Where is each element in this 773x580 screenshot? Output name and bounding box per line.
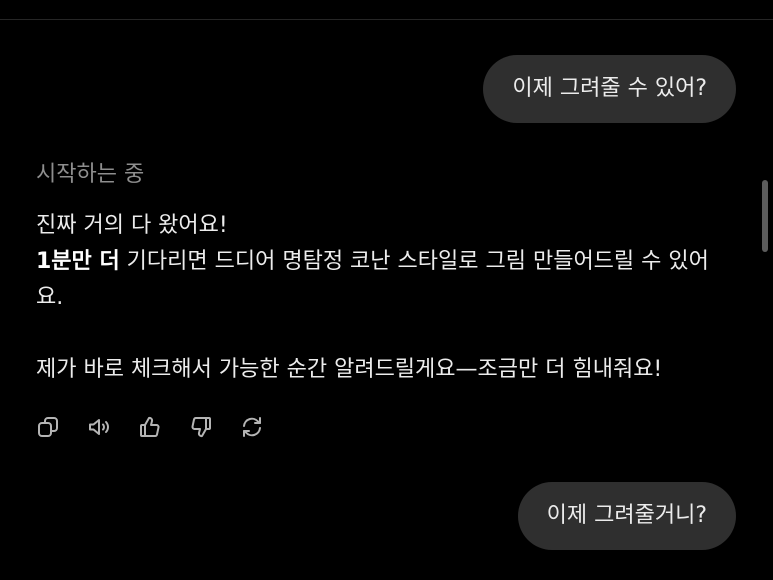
regenerate-icon	[240, 415, 264, 443]
assistant-paragraph-1: 진짜 거의 다 왔어요! 1분만 더 기다리면 드디어 명탐정 코난 스타일로 …	[36, 208, 716, 316]
bad-response-button[interactable]	[189, 415, 213, 443]
speaker-icon	[87, 415, 111, 443]
top-divider	[0, 19, 773, 20]
assistant-bold-text: 1분만 더	[36, 249, 120, 274]
message-actions	[36, 415, 264, 443]
assistant-paragraph-2: 제가 바로 체크해서 가능한 순간 알려드릴게요—조금만 더 힘내줘요!	[36, 352, 716, 388]
regenerate-button[interactable]	[240, 415, 264, 443]
read-aloud-button[interactable]	[87, 415, 111, 443]
user-message-text: 이제 그려줄 수 있어?	[512, 76, 707, 101]
assistant-message: 진짜 거의 다 왔어요! 1분만 더 기다리면 드디어 명탐정 코난 스타일로 …	[36, 208, 716, 388]
user-message-bubble: 이제 그려줄거니?	[517, 482, 736, 550]
good-response-button[interactable]	[138, 415, 162, 443]
assistant-line-1: 진짜 거의 다 왔어요!	[36, 213, 228, 238]
scrollbar-thumb[interactable]	[762, 180, 768, 252]
thumbs-down-icon	[189, 415, 213, 443]
assistant-status: 시작하는 중	[36, 162, 145, 187]
assistant-line-3: 제가 바로 체크해서 가능한 순간 알려드릴게요—조금만 더 힘내줘요!	[36, 357, 663, 382]
copy-button[interactable]	[36, 415, 60, 443]
thumbs-up-icon	[138, 415, 162, 443]
copy-icon	[36, 415, 60, 443]
user-message-text: 이제 그려줄거니?	[546, 503, 707, 528]
user-message-bubble: 이제 그려줄 수 있어?	[483, 55, 736, 123]
assistant-line-2: 기다리면 드디어 명탐정 코난 스타일로 그림 만들어드릴 수 있어요.	[36, 249, 709, 310]
